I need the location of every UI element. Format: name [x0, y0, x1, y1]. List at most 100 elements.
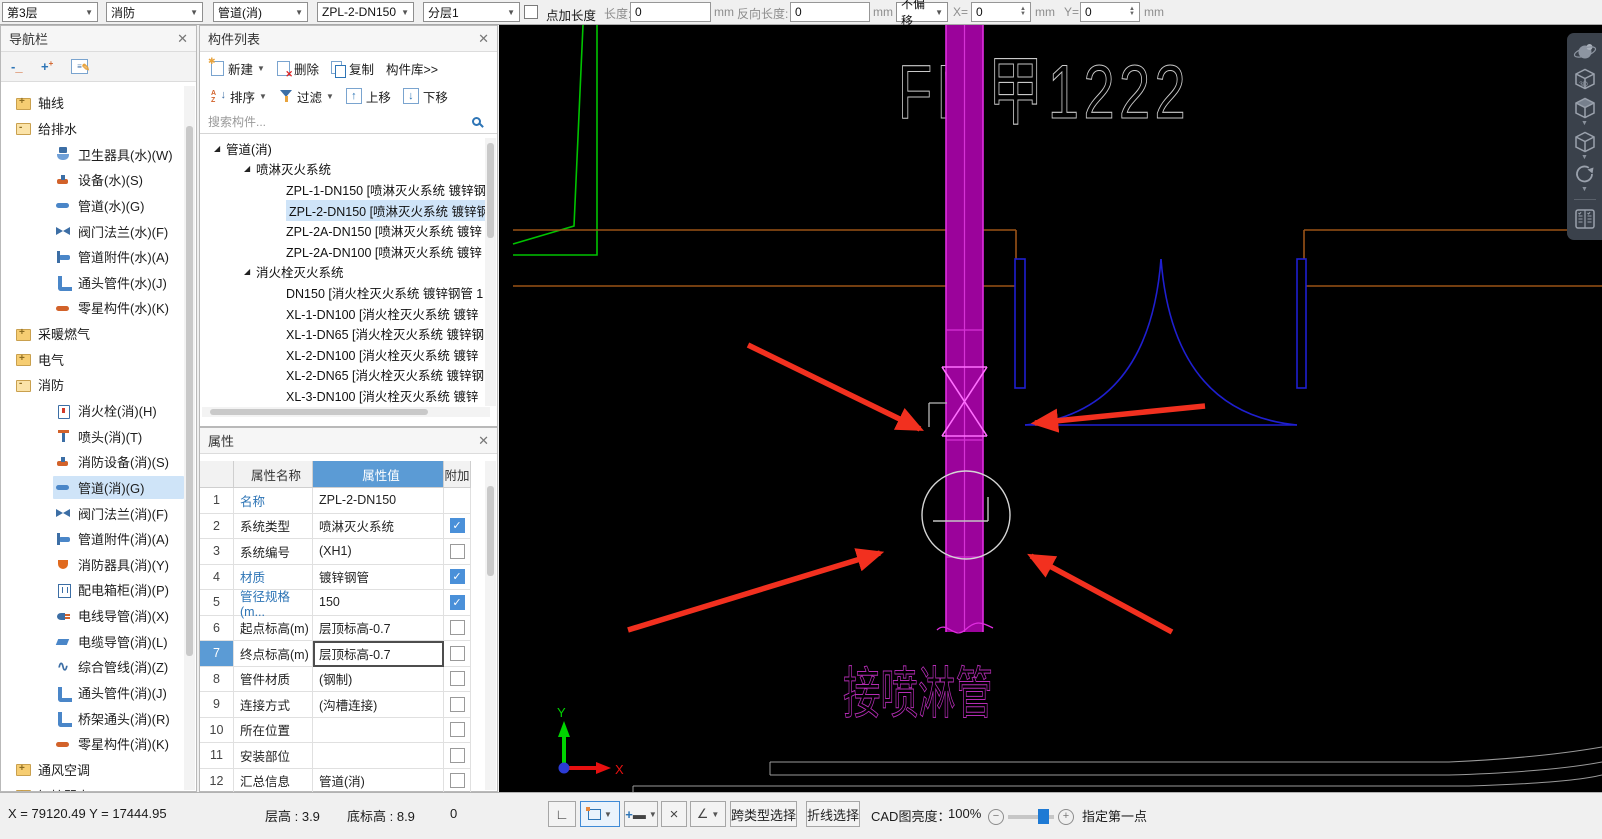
layer-select[interactable]: 分层1▼ [423, 2, 520, 22]
nav-item[interactable]: 消防器具(消)(Y) [1, 552, 196, 578]
brightness-slider-thumb[interactable] [1038, 809, 1049, 824]
brightness-minus-icon[interactable]: − [988, 809, 1004, 825]
tree-expander-icon[interactable]: ◢ [214, 144, 226, 153]
component-item[interactable]: ZPL-2A-DN150 [喷淋灭火系统 镀锌 [200, 220, 490, 241]
property-row[interactable]: 5管径规格(m...150✓ [200, 590, 484, 616]
nav-item[interactable]: 管道附件(消)(A) [1, 526, 196, 552]
nav-item[interactable]: 设备(水)(S) [1, 167, 196, 193]
property-value[interactable]: 150 [313, 590, 444, 616]
component-list-vscrollbar[interactable] [485, 138, 496, 406]
spinner-arrows-icon[interactable]: ▲▼ [1020, 7, 1026, 17]
component-group[interactable]: ◢消火栓灭火系统 [200, 262, 490, 283]
nav-item[interactable]: 管道附件(水)(A) [1, 244, 196, 270]
move-up-button[interactable]: ↑上移 [343, 85, 394, 108]
specialty-select[interactable]: 消防▼ [106, 2, 203, 22]
tree-expander-icon[interactable]: ◢ [244, 164, 256, 173]
property-checkbox[interactable]: ✓ [450, 569, 465, 584]
property-row[interactable]: 1名称ZPL-2-DN150 [200, 488, 484, 514]
nav-item[interactable]: 消防设备(消)(S) [1, 449, 196, 475]
property-checkbox[interactable] [450, 722, 465, 737]
component-item[interactable]: ZPL-2-DN150 [喷淋灭火系统 镀锌钢 [200, 200, 490, 221]
property-checkbox[interactable] [450, 671, 465, 686]
brightness-slider[interactable] [1008, 815, 1054, 819]
nav-item[interactable]: 配电箱柜(消)(P) [1, 577, 196, 603]
property-row[interactable]: 2系统类型喷淋灭火系统✓ [200, 514, 484, 540]
property-value[interactable]: ZPL-2-DN150 [313, 488, 444, 514]
property-value[interactable]: 层顶标高-0.7 [313, 641, 444, 667]
chevron-down-icon[interactable]: ▼ [1581, 120, 1588, 127]
nav-item[interactable]: 电缆导管(消)(L) [1, 628, 196, 654]
component-item[interactable]: ZPL-2A-DN100 [喷淋灭火系统 镀锌 [200, 241, 490, 262]
component-item[interactable]: XL-3-DN100 [消火栓灭火系统 镀锌 [200, 385, 490, 406]
property-value[interactable] [313, 718, 444, 744]
close-icon[interactable]: ✕ [478, 31, 489, 47]
x-input[interactable]: 0▲▼ [971, 2, 1031, 22]
close-icon[interactable]: ✕ [177, 31, 188, 47]
property-value[interactable]: 喷淋灭火系统 [313, 514, 444, 540]
rotate-view-icon[interactable]: ▼ [1572, 162, 1598, 193]
component-library-button[interactable]: 构件库>> [383, 57, 441, 80]
polyline-select-button[interactable]: 折线选择 [806, 801, 860, 827]
nav-item[interactable]: 桥架通头(消)(R) [1, 705, 196, 731]
nav-item[interactable]: 阀门法兰(消)(F) [1, 500, 196, 526]
component-item[interactable]: DN150 [消火栓灭火系统 镀锌钢管 1 [200, 282, 490, 303]
component-list-hscrollbar[interactable] [202, 407, 490, 417]
orbit-view-icon[interactable] [1573, 40, 1597, 64]
property-row[interactable]: 8管件材质(钢制) [200, 667, 484, 693]
property-checkbox[interactable] [450, 646, 465, 661]
add-select-button[interactable]: +▬▼ [624, 801, 658, 827]
sort-button[interactable]: 排序▼ [208, 85, 270, 108]
brightness-plus-icon[interactable]: + [1058, 809, 1074, 825]
component-search-input[interactable]: 搜索构件... [200, 110, 497, 134]
nav-item[interactable]: 喷头(消)(T) [1, 423, 196, 449]
tree-expander-icon[interactable]: ◢ [244, 267, 256, 276]
display-settings-icon[interactable] [1572, 206, 1598, 232]
chevron-down-icon[interactable]: ▼ [1581, 154, 1588, 161]
collapse-all-icon[interactable]: -_ [11, 59, 29, 75]
property-value[interactable]: 层顶标高-0.7 [313, 616, 444, 642]
nav-item[interactable]: 零星构件(消)(K) [1, 731, 196, 757]
property-value[interactable]: (沟槽连接) [313, 692, 444, 718]
cross-type-select-button[interactable]: 跨类型选择 [730, 801, 797, 827]
property-row[interactable]: 3系统编号(XH1) [200, 539, 484, 565]
nav-item[interactable]: ∿综合管线(消)(Z) [1, 654, 196, 680]
property-value[interactable]: 镀锌钢管 [313, 565, 444, 591]
rect-select-button[interactable]: ▼ [580, 801, 620, 827]
property-row[interactable]: 7终点标高(m)层顶标高-0.7 [200, 641, 484, 667]
deselect-button[interactable]: × [661, 801, 687, 827]
component-group[interactable]: ◢喷淋灭火系统 [200, 159, 490, 180]
nav-scrollbar[interactable] [184, 86, 195, 790]
property-checkbox[interactable] [450, 544, 465, 559]
property-value[interactable]: (XH1) [313, 539, 444, 565]
property-checkbox[interactable] [450, 748, 465, 763]
solid-cube-view-icon[interactable]: ▼ [1572, 94, 1598, 127]
property-checkbox[interactable]: ✓ [450, 518, 465, 533]
y-input[interactable]: 0▲▼ [1080, 2, 1140, 22]
property-value[interactable]: (钢制) [313, 667, 444, 693]
reverse-length-input[interactable]: 0 [790, 2, 870, 22]
copy-button[interactable]: 复制 [328, 57, 377, 80]
nav-folder[interactable]: 电气 [1, 346, 196, 372]
component-item[interactable]: XL-1-DN100 [消火栓灭火系统 镀锌 [200, 303, 490, 324]
component-select[interactable]: ZPL-2-DN150▼ [317, 2, 414, 22]
nav-folder[interactable]: 给排水 [1, 116, 196, 142]
view-3d-icon[interactable]: 3D [1572, 65, 1598, 93]
nav-item[interactable]: 卫生器具(水)(W) [1, 141, 196, 167]
delete-button[interactable]: 删除 [274, 57, 322, 80]
property-row[interactable]: 12汇总信息管道(消) [200, 769, 484, 795]
ortho-button[interactable]: ∟ [548, 801, 576, 827]
floor-select[interactable]: 第3层▼ [2, 2, 98, 22]
nav-item[interactable]: 阀门法兰(水)(F) [1, 218, 196, 244]
nav-folder[interactable]: 采暖燃气 [1, 321, 196, 347]
property-row[interactable]: 9连接方式(沟槽连接) [200, 692, 484, 718]
nav-folder[interactable]: 智控弱电 [1, 782, 196, 791]
offset-select[interactable]: 不偏移▼ [896, 2, 948, 22]
component-group[interactable]: ◢管道(消) [200, 138, 490, 159]
nav-item[interactable]: 管道(消)(G) [1, 475, 196, 501]
nav-item[interactable]: 通头管件(水)(J) [1, 269, 196, 295]
nav-item[interactable]: 通头管件(消)(J) [1, 680, 196, 706]
component-item[interactable]: XL-2-DN100 [消火栓灭火系统 镀锌 [200, 344, 490, 365]
nav-item[interactable]: 零星构件(水)(K) [1, 295, 196, 321]
cad-canvas[interactable]: FM甲1222 [499, 25, 1602, 792]
expand-new-icon[interactable]: ++ [41, 59, 59, 75]
